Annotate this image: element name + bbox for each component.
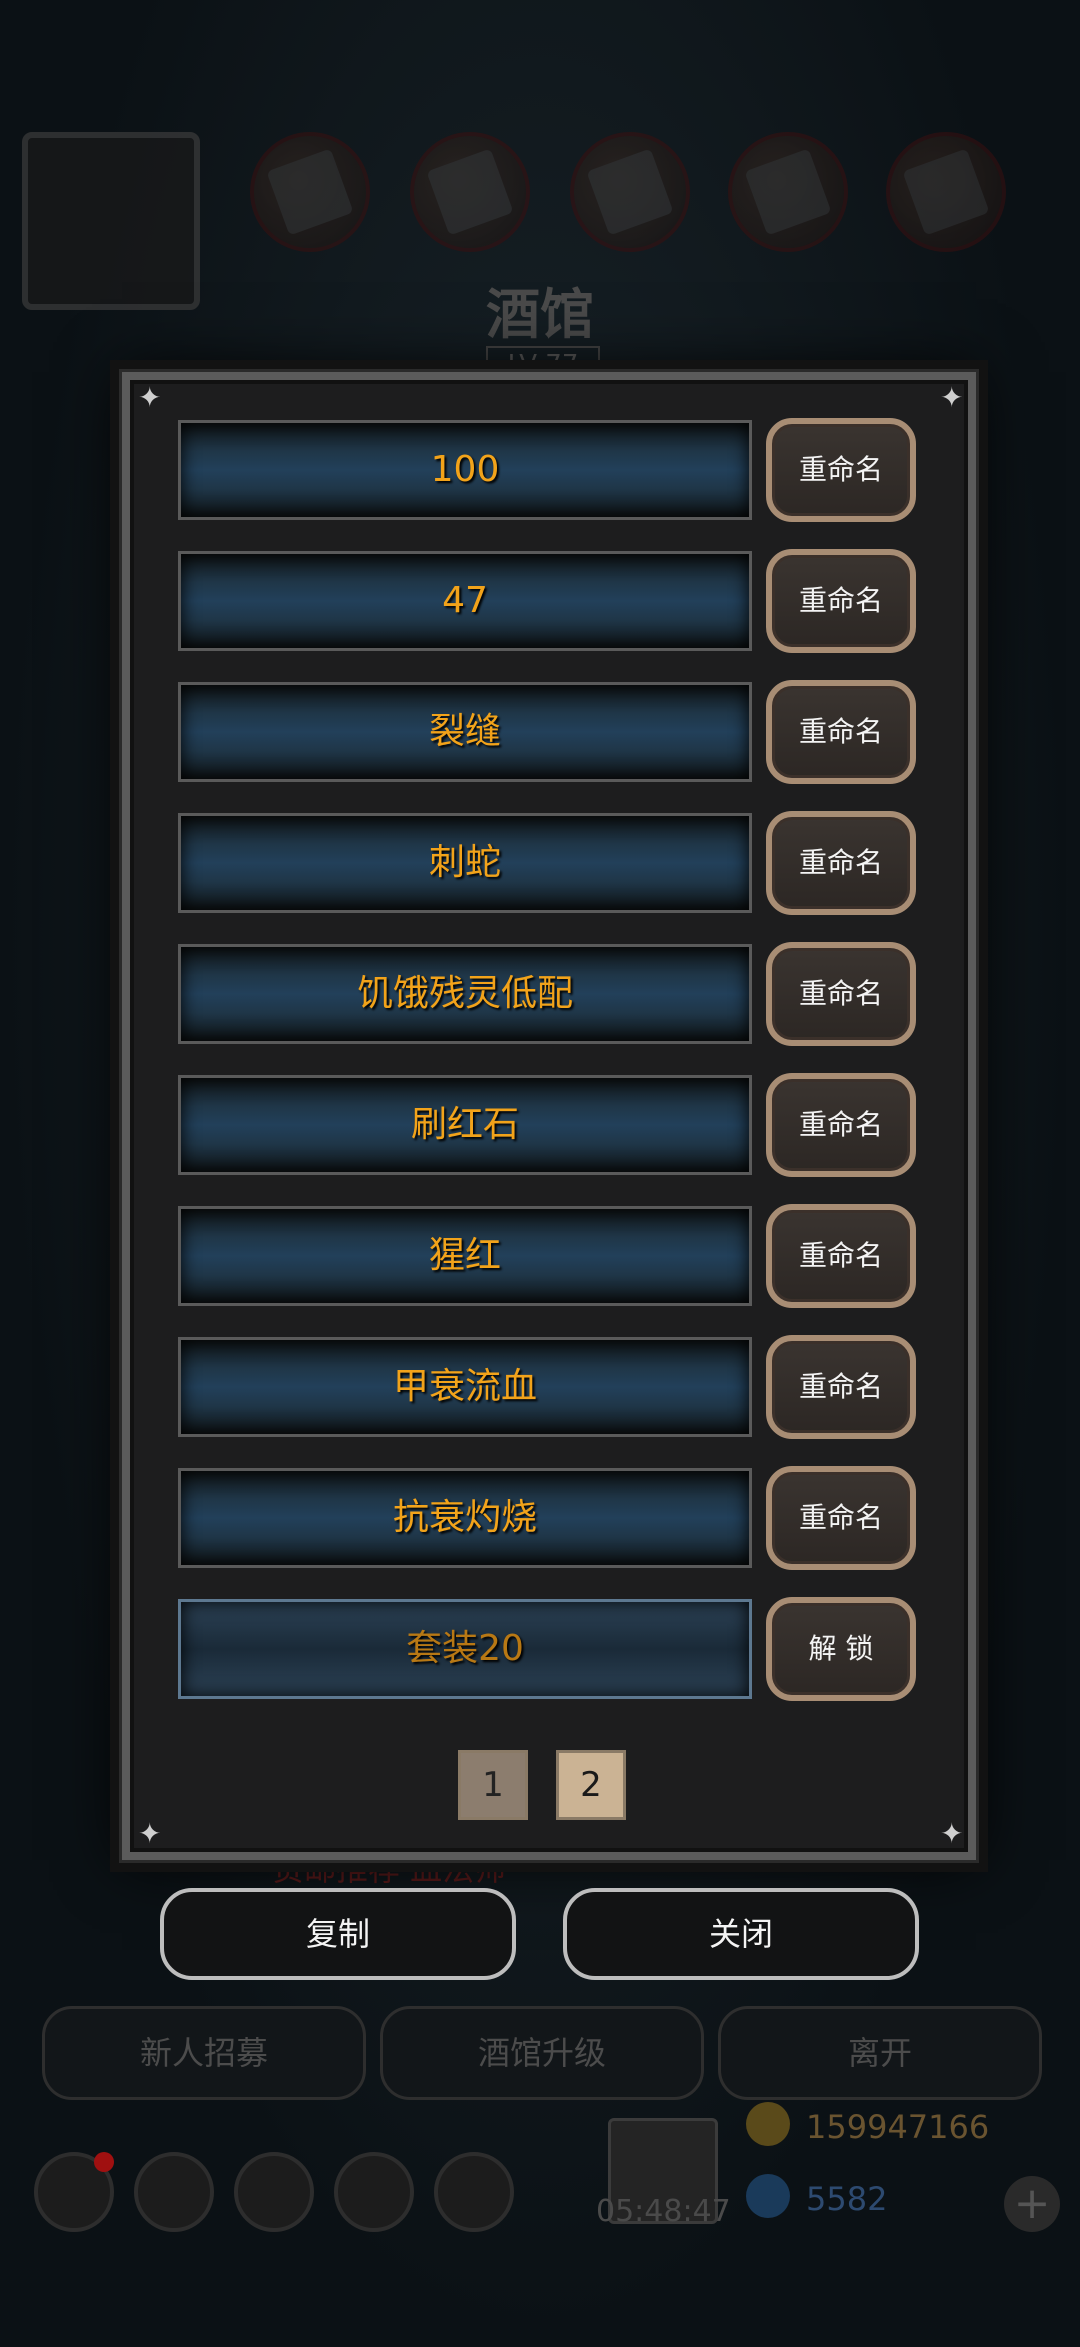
mail-icon: [334, 2152, 414, 2232]
rename-button[interactable]: 重命名: [766, 942, 916, 1046]
page-1-button[interactable]: 1: [458, 1750, 528, 1820]
preset-name[interactable]: 刺蛇: [178, 813, 752, 913]
settings-icon: [34, 2152, 114, 2232]
preset-name[interactable]: 47: [178, 551, 752, 651]
preset-name[interactable]: 刷红石: [178, 1075, 752, 1175]
corner-ornament-icon: ✦: [138, 1817, 162, 1850]
preset-name[interactable]: 抗衰灼烧: [178, 1468, 752, 1568]
tavern-title: 酒馆: [486, 282, 594, 346]
skill-slot-icon: [728, 132, 848, 252]
chest-timer: 05:48:47: [596, 2194, 731, 2229]
close-button[interactable]: 关闭: [563, 1888, 919, 1980]
preset-name[interactable]: 裂缝: [178, 682, 752, 782]
skill-slot-icon: [250, 132, 370, 252]
leave-button: 离开: [718, 2006, 1042, 2100]
gem-count: 5582: [806, 2180, 888, 2218]
achievement-icon: [134, 2152, 214, 2232]
unlock-button[interactable]: 解 锁: [766, 1597, 916, 1701]
preset-rename-dialog: ✦ ✦ ✦ ✦ 100 重命名 47 重命名 裂缝 重命名 刺蛇 重命名 饥饿残…: [119, 369, 979, 1863]
rank-icon: [234, 2152, 314, 2232]
preset-name[interactable]: 100: [178, 420, 752, 520]
recruit-button: 新人招募: [42, 2006, 366, 2100]
skill-slot-icon: [570, 132, 690, 252]
gold-count: 159947166: [806, 2108, 990, 2146]
page-2-button[interactable]: 2: [556, 1750, 626, 1820]
rename-button[interactable]: 重命名: [766, 1073, 916, 1177]
gem-icon: [746, 2174, 790, 2218]
corner-ornament-icon: ✦: [940, 1817, 964, 1850]
gold-icon: [746, 2102, 790, 2146]
rename-button[interactable]: 重命名: [766, 680, 916, 784]
corner-ornament-icon: ✦: [138, 381, 162, 414]
preset-name[interactable]: 猩红: [178, 1206, 752, 1306]
skill-slot-icon: [886, 132, 1006, 252]
add-currency-icon: +: [1004, 2176, 1060, 2232]
preset-name-locked: 套装20: [178, 1599, 752, 1699]
rename-button[interactable]: 重命名: [766, 418, 916, 522]
rename-button[interactable]: 重命名: [766, 1204, 916, 1308]
upgrade-tavern-button: 酒馆升级: [380, 2006, 704, 2100]
preset-name[interactable]: 甲衰流血: [178, 1337, 752, 1437]
rename-button[interactable]: 重命名: [766, 1335, 916, 1439]
rename-button[interactable]: 重命名: [766, 549, 916, 653]
rename-button[interactable]: 重命名: [766, 1466, 916, 1570]
skill-slot-icon: [410, 132, 530, 252]
guild-icon: [434, 2152, 514, 2232]
preset-name[interactable]: 饥饿残灵低配: [178, 944, 752, 1044]
rename-button[interactable]: 重命名: [766, 811, 916, 915]
corner-ornament-icon: ✦: [940, 381, 964, 414]
copy-button[interactable]: 复制: [160, 1888, 516, 1980]
